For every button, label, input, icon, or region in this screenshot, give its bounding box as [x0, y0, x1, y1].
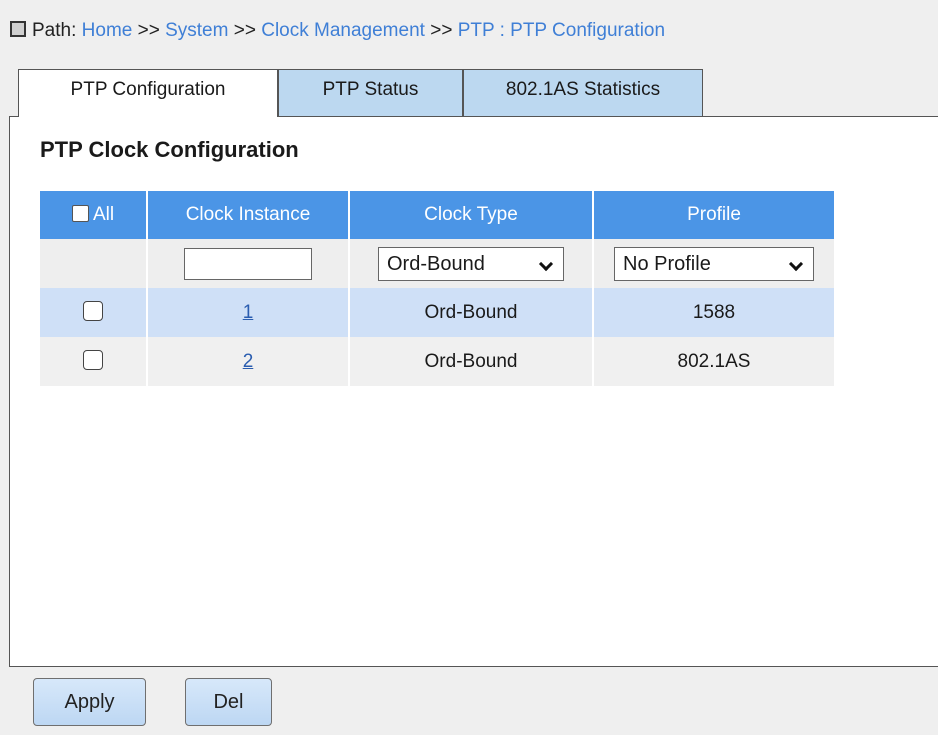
profile-select-value: No Profile: [623, 252, 711, 275]
breadcrumb-current: PTP Configuration: [510, 20, 666, 41]
row-checkbox[interactable]: [83, 300, 103, 321]
filter-row: Ord-Bound No Profile: [40, 239, 834, 288]
header-clock-instance: Clock Instance: [147, 191, 350, 239]
tab-ptp-status[interactable]: PTP Status: [278, 69, 463, 116]
breadcrumb-home[interactable]: Home: [82, 20, 133, 41]
filter-profile-cell: No Profile: [593, 239, 834, 288]
header-clock-type: Clock Type: [349, 191, 594, 239]
content-panel: PTP Clock Configuration All Clock Instan…: [9, 116, 938, 667]
section-title: PTP Clock Configuration: [40, 137, 299, 162]
clock-instance-link[interactable]: 2: [243, 351, 254, 372]
tab-8021as-statistics[interactable]: 802.1AS Statistics: [463, 69, 703, 116]
row-checkbox-cell: [40, 337, 148, 386]
header-profile: Profile: [593, 191, 834, 239]
breadcrumb-clock-management[interactable]: Clock Management: [261, 20, 425, 41]
clock-type-cell: Ord-Bound: [349, 288, 594, 337]
chevron-down-icon: [788, 256, 804, 271]
breadcrumb-colon: :: [499, 20, 505, 41]
clock-instance-input[interactable]: [184, 247, 312, 280]
chevron-down-icon: [538, 256, 554, 271]
instance-cell: 1: [147, 288, 350, 337]
profile-select[interactable]: No Profile: [614, 246, 814, 281]
filter-instance-cell: [147, 239, 350, 288]
apply-button[interactable]: Apply: [33, 678, 146, 726]
path-square-icon: [10, 21, 26, 37]
profile-cell: 802.1AS: [593, 337, 834, 386]
filter-empty-cell: [40, 239, 148, 288]
breadcrumb: Path: Home >> System >> Clock Management…: [10, 18, 665, 44]
instance-cell: 2: [147, 337, 350, 386]
select-all-checkbox[interactable]: [71, 205, 89, 222]
row-checkbox-cell: [40, 288, 148, 337]
tab-ptp-configuration[interactable]: PTP Configuration: [18, 69, 278, 117]
clock-instance-link[interactable]: 1: [243, 302, 254, 323]
table-row: 2 Ord-Bound 802.1AS: [40, 337, 834, 386]
breadcrumb-ptp[interactable]: PTP: [458, 20, 495, 41]
breadcrumb-separator: >>: [137, 20, 160, 41]
row-checkbox[interactable]: [83, 349, 103, 370]
select-all-label: All: [92, 204, 115, 225]
filter-type-cell: Ord-Bound: [349, 239, 594, 288]
breadcrumb-separator: >>: [430, 20, 453, 41]
del-button[interactable]: Del: [185, 678, 272, 726]
clock-type-cell: Ord-Bound: [349, 337, 594, 386]
table-header-row: All Clock Instance Clock Type Profile: [40, 191, 834, 239]
path-label: Path:: [32, 20, 77, 41]
clock-type-select[interactable]: Ord-Bound: [378, 246, 564, 281]
clock-type-select-value: Ord-Bound: [387, 252, 485, 275]
breadcrumb-separator: >>: [233, 20, 256, 41]
breadcrumb-system[interactable]: System: [165, 20, 228, 41]
header-select-all: All: [40, 191, 148, 239]
clock-table: All Clock Instance Clock Type Profile Or…: [40, 191, 834, 386]
profile-cell: 1588: [593, 288, 834, 337]
table-row: 1 Ord-Bound 1588: [40, 288, 834, 337]
